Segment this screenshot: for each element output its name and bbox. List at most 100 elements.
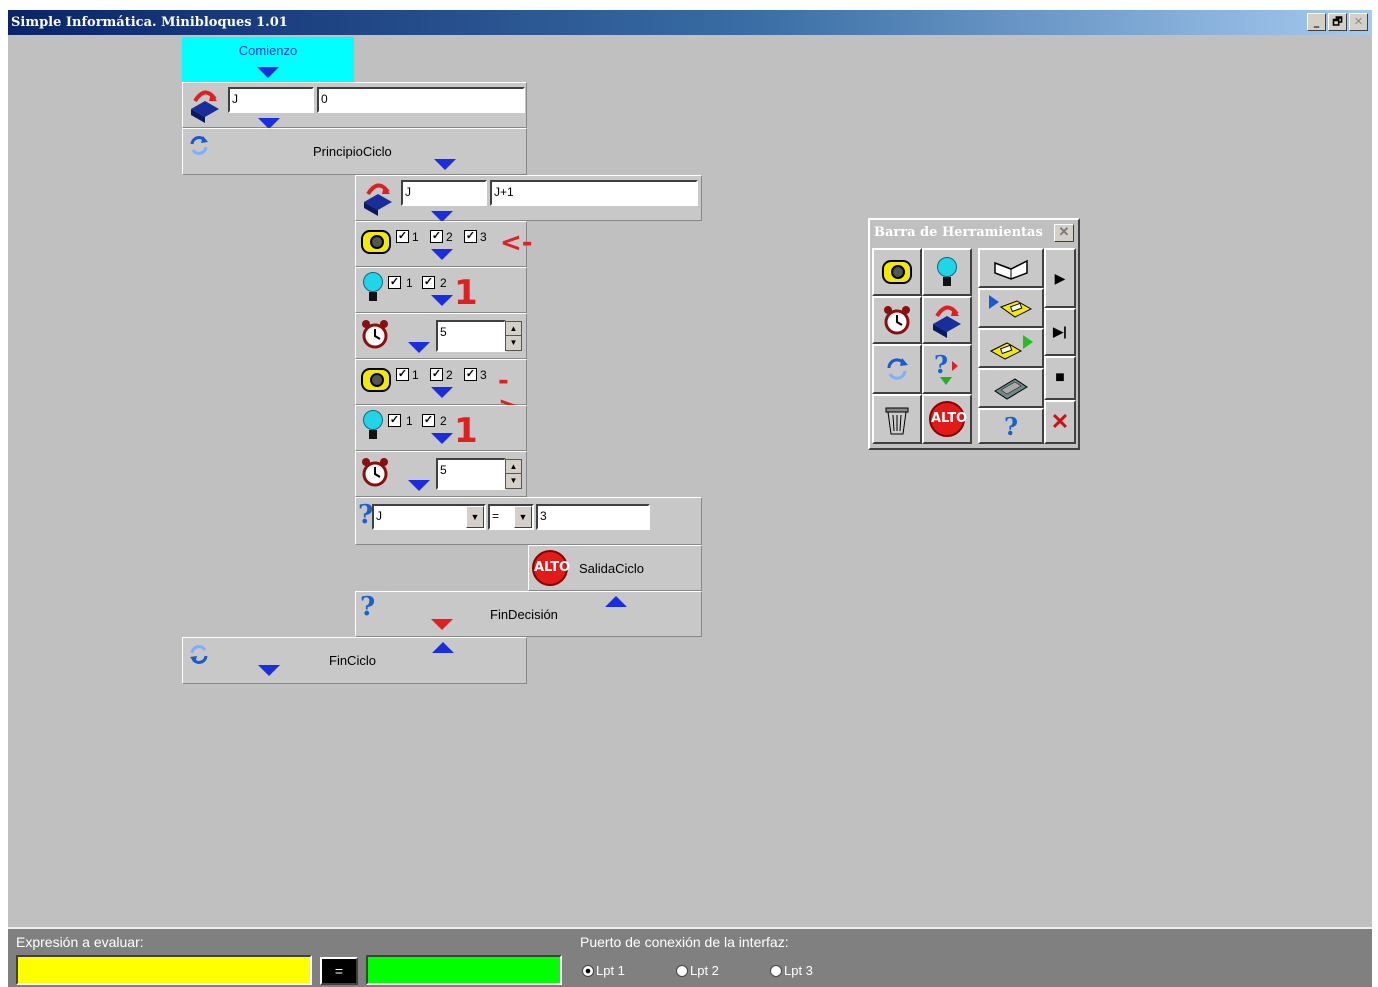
motor-tool[interactable]: [872, 248, 922, 296]
loop-start-block[interactable]: PrincipioCiclo: [182, 128, 527, 175]
light-checkbox-2[interactable]: ✓: [422, 276, 435, 289]
connector-up-icon[interactable]: [432, 642, 454, 653]
variable-input[interactable]: J: [228, 87, 314, 113]
connector-down-icon[interactable]: [408, 342, 430, 353]
light-check-label: 2: [440, 414, 447, 428]
step-button[interactable]: ▶|: [1044, 308, 1076, 356]
motor-block[interactable]: ✓ 1 ✓ 2 ✓ 3 ->: [355, 359, 527, 420]
light-block[interactable]: ✓ 1 ✓ 2 1: [355, 267, 527, 313]
wait-spinner[interactable]: ▲ ▼: [505, 459, 522, 489]
spin-down-icon[interactable]: ▼: [506, 474, 521, 488]
calculator-tool[interactable]: [978, 368, 1044, 408]
port-radio-lpt2[interactable]: Lpt 2: [676, 963, 719, 978]
status-footer: Expresión a evaluar: = Puerto de conexió…: [8, 927, 1372, 987]
port-radio-lpt3[interactable]: Lpt 3: [770, 963, 813, 978]
bulb-icon: [363, 410, 383, 430]
minimize-button[interactable]: _: [1307, 13, 1326, 31]
value-input[interactable]: 0: [317, 87, 525, 113]
motor-checkbox-2[interactable]: ✓: [430, 230, 443, 243]
motor-check-label: 1: [412, 368, 419, 382]
value-input[interactable]: J+1: [490, 180, 698, 206]
light-checkbox-1[interactable]: ✓: [388, 276, 401, 289]
decision-block[interactable]: ? J ▼ = ▼ 3: [355, 497, 702, 545]
wait-seconds-input[interactable]: 5: [436, 458, 506, 490]
radio-icon: [770, 964, 782, 977]
motor-icon: [361, 368, 391, 392]
exit-loop-block[interactable]: ALTO SalidaCiclo: [528, 545, 702, 591]
loop-end-label: FinCiclo: [329, 653, 376, 668]
direction-left-icon[interactable]: <-: [500, 230, 533, 256]
connector-down-icon[interactable]: [431, 387, 453, 398]
loop-start-label: PrincipioCiclo: [313, 144, 392, 159]
palette-title-bar[interactable]: Barra de Herramientas ✕: [872, 222, 1076, 244]
connector-down-icon[interactable]: [257, 67, 279, 78]
dropdown-arrow-icon[interactable]: ▼: [466, 506, 484, 528]
box-arrow-icon: [187, 87, 223, 123]
connector-down-icon[interactable]: [431, 249, 453, 260]
motor-checkbox-1[interactable]: ✓: [396, 230, 409, 243]
port-radio-lpt1[interactable]: Lpt 1: [582, 963, 625, 978]
port-option-label: Lpt 2: [690, 963, 719, 978]
connector-down-icon[interactable]: [431, 433, 453, 444]
spin-up-icon[interactable]: ▲: [506, 322, 521, 336]
toolbar-palette: Barra de Herramientas ✕ ? ALTO ? ▶ ▶| ■ …: [868, 218, 1080, 450]
motor-checkbox-1[interactable]: ✓: [396, 368, 409, 381]
loop-tool[interactable]: [872, 344, 922, 394]
wait-seconds-input[interactable]: 5: [436, 320, 506, 352]
connector-up-icon[interactable]: [605, 596, 627, 607]
connector-down-icon[interactable]: [434, 159, 456, 170]
save-tool[interactable]: [978, 328, 1044, 368]
motor-checkbox-2[interactable]: ✓: [430, 368, 443, 381]
wait-tool[interactable]: [872, 296, 922, 344]
connector-down-red-icon[interactable]: [431, 619, 453, 630]
expression-input[interactable]: [16, 955, 312, 985]
restore-button[interactable]: 🗗: [1328, 13, 1347, 31]
wait-block[interactable]: 5 ▲ ▼: [355, 313, 527, 359]
load-tool[interactable]: [978, 288, 1044, 328]
motor-check-label: 3: [480, 368, 487, 382]
connector-down-icon[interactable]: [408, 480, 430, 491]
connector-down-icon[interactable]: [431, 295, 453, 306]
assign-block[interactable]: J J+1: [355, 175, 702, 222]
evaluate-button[interactable]: =: [320, 957, 358, 985]
assign-block[interactable]: J 0: [182, 82, 527, 129]
motor-check-label: 2: [446, 230, 453, 244]
trash-icon: [885, 407, 909, 435]
connector-down-icon[interactable]: [258, 665, 280, 676]
decision-tool[interactable]: ?: [922, 344, 972, 394]
delete-tool[interactable]: [872, 394, 922, 444]
clock-icon: [361, 319, 389, 349]
run-button[interactable]: ▶: [1044, 248, 1076, 308]
light-state-toggle[interactable]: 1: [454, 414, 478, 448]
start-block[interactable]: Comienzo: [182, 37, 354, 82]
stop-tool[interactable]: ALTO: [922, 394, 972, 444]
light-tool[interactable]: [922, 248, 972, 296]
motor-checkbox-3[interactable]: ✓: [464, 368, 477, 381]
decision-value-input[interactable]: 3: [536, 504, 650, 530]
light-block[interactable]: ✓ 1 ✓ 2 1: [355, 405, 527, 451]
wait-block[interactable]: 5 ▲ ▼: [355, 451, 527, 497]
spin-up-icon[interactable]: ▲: [506, 460, 521, 474]
light-checkbox-2[interactable]: ✓: [422, 414, 435, 427]
decision-variable-select[interactable]: J ▼: [372, 504, 486, 530]
close-button[interactable]: ✕: [1349, 13, 1368, 31]
exit-button[interactable]: ✕: [1044, 400, 1076, 444]
end-decision-block[interactable]: ? FinDecisión: [355, 591, 702, 637]
dropdown-arrow-icon[interactable]: ▼: [514, 506, 532, 528]
spin-down-icon[interactable]: ▼: [506, 336, 521, 350]
program-canvas[interactable]: Comienzo J 0 PrincipioCiclo J J+1 ✓ 1 ✓ …: [8, 35, 1372, 927]
decision-operator-select[interactable]: = ▼: [488, 504, 534, 530]
motor-checkbox-3[interactable]: ✓: [464, 230, 477, 243]
help-tool[interactable]: ?: [978, 408, 1044, 444]
palette-close-button[interactable]: ✕: [1054, 224, 1074, 242]
assign-tool[interactable]: [922, 296, 972, 344]
light-checkbox-1[interactable]: ✓: [388, 414, 401, 427]
open-tool[interactable]: [978, 248, 1044, 288]
wait-spinner[interactable]: ▲ ▼: [505, 321, 522, 351]
variable-input[interactable]: J: [401, 180, 487, 206]
start-label: Comienzo: [238, 43, 298, 58]
light-state-toggle[interactable]: 1: [454, 276, 478, 310]
stop-button[interactable]: ■: [1044, 356, 1076, 400]
loop-end-block[interactable]: FinCiclo: [182, 637, 527, 684]
motor-block[interactable]: ✓ 1 ✓ 2 ✓ 3 <-: [355, 221, 533, 267]
